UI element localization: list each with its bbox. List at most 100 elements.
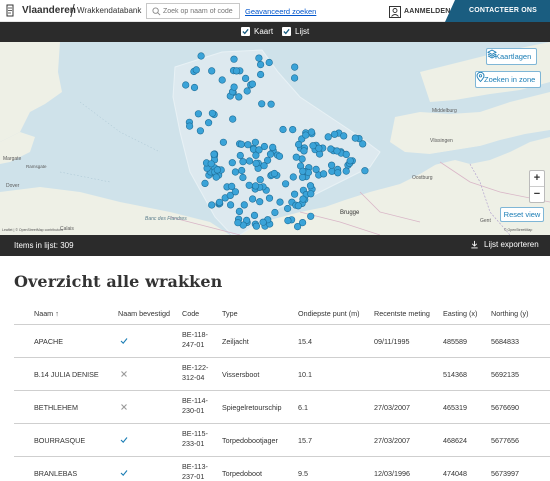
column-header-northing[interactable]: Northing (y): [491, 309, 529, 318]
wreck-marker[interactable]: [331, 130, 339, 138]
wreck-marker[interactable]: [244, 141, 252, 149]
wreck-marker[interactable]: [231, 168, 239, 176]
wreck-marker[interactable]: [340, 132, 348, 140]
wreck-marker[interactable]: [256, 198, 264, 206]
zoom-out-button[interactable]: −: [530, 187, 544, 202]
wreck-marker[interactable]: [245, 157, 254, 165]
wreck-marker[interactable]: [239, 158, 247, 166]
wreck-marker[interactable]: [242, 74, 250, 83]
search-box[interactable]: [146, 3, 240, 19]
wreck-marker[interactable]: [207, 160, 215, 168]
wreck-marker[interactable]: [309, 142, 317, 150]
wreck-marker[interactable]: [252, 182, 260, 190]
wreck-marker[interactable]: [230, 55, 238, 63]
wreck-map[interactable]: Margate Ramsgate Dover Banc des Flandres…: [0, 42, 550, 235]
advanced-search-link[interactable]: Geavanceerd zoeken: [245, 7, 316, 16]
wreck-marker[interactable]: [218, 76, 226, 84]
wreck-marker[interactable]: [256, 176, 264, 184]
wreck-marker[interactable]: [227, 201, 235, 209]
wreck-marker[interactable]: [312, 165, 320, 173]
wreck-marker[interactable]: [270, 169, 279, 178]
wreck-marker[interactable]: [230, 83, 238, 91]
wreck-marker[interactable]: [239, 173, 247, 182]
row-name[interactable]: B.14 JULIA DENISE: [34, 370, 99, 379]
wreck-marker[interactable]: [276, 198, 284, 206]
map-attribution-right[interactable]: © OpenStreetMap: [504, 228, 532, 232]
wreck-marker[interactable]: [291, 190, 299, 198]
wreck-marker[interactable]: [307, 190, 315, 198]
wreck-marker[interactable]: [269, 143, 277, 151]
wreck-marker[interactable]: [265, 194, 274, 202]
wreck-marker[interactable]: [271, 208, 279, 217]
list-toggle[interactable]: Lijst: [282, 27, 309, 36]
wreck-marker[interactable]: [186, 122, 194, 130]
brand-name[interactable]: Vlaanderen: [22, 5, 76, 16]
row-name[interactable]: BRANLEBAS: [34, 469, 77, 478]
column-header-type[interactable]: Type: [222, 309, 238, 318]
wreck-marker[interactable]: [215, 198, 224, 206]
wreck-marker[interactable]: [284, 204, 292, 213]
wreck-marker[interactable]: [228, 159, 236, 167]
app-name[interactable]: Wrakkendatabank: [77, 6, 141, 15]
wreck-marker[interactable]: [235, 93, 243, 101]
wreck-marker[interactable]: [295, 140, 303, 149]
wreck-marker[interactable]: [255, 54, 263, 62]
column-header-name[interactable]: Naam ↑: [34, 309, 59, 318]
wreck-marker[interactable]: [342, 150, 350, 158]
wreck-marker[interactable]: [236, 151, 244, 160]
wreck-marker[interactable]: [248, 80, 256, 88]
wreck-marker[interactable]: [266, 150, 275, 158]
wreck-marker[interactable]: [208, 67, 216, 75]
wreck-marker[interactable]: [208, 201, 216, 209]
search-in-zone-button[interactable]: Zoeken in zone: [475, 71, 542, 88]
wreck-marker[interactable]: [194, 110, 202, 118]
column-header-easting[interactable]: Easting (x): [443, 309, 477, 318]
map-checkbox[interactable]: [241, 27, 250, 36]
wreck-marker[interactable]: [192, 66, 200, 74]
wreck-marker[interactable]: [292, 153, 300, 161]
table-row[interactable]: APACHE BE-118-247-01 Zeiljacht 15.4 09/11/19…: [14, 325, 550, 358]
wreck-marker[interactable]: [267, 100, 275, 108]
wreck-marker[interactable]: [219, 138, 227, 146]
wreck-marker[interactable]: [235, 207, 243, 215]
search-input[interactable]: [163, 5, 239, 17]
map-attribution[interactable]: Leaflet | © OpenStreetMap contributors: [2, 228, 63, 232]
wreck-marker[interactable]: [300, 147, 308, 155]
wreck-marker[interactable]: [259, 218, 267, 226]
table-row[interactable]: BOURRASQUE BE-115-233-01 Torpedobootjager 1…: [14, 424, 550, 457]
wreck-marker[interactable]: [279, 125, 287, 134]
map-canvas[interactable]: Margate Ramsgate Dover Banc des Flandres…: [0, 42, 550, 235]
wreck-marker[interactable]: [294, 223, 302, 231]
wreck-marker[interactable]: [351, 134, 359, 142]
wreck-marker[interactable]: [229, 115, 237, 123]
wreck-marker[interactable]: [342, 167, 350, 175]
row-name[interactable]: APACHE: [34, 337, 63, 346]
wreck-marker[interactable]: [208, 109, 216, 117]
wreck-marker[interactable]: [228, 182, 236, 190]
wreck-marker[interactable]: [328, 161, 336, 169]
wreck-marker[interactable]: [282, 180, 290, 188]
wreck-marker[interactable]: [243, 87, 251, 95]
wreck-marker[interactable]: [346, 157, 354, 165]
wreck-marker[interactable]: [327, 145, 335, 153]
wreck-marker[interactable]: [252, 222, 260, 230]
wreck-marker[interactable]: [291, 74, 299, 82]
wreck-marker[interactable]: [240, 201, 248, 209]
wreck-marker[interactable]: [205, 119, 213, 127]
wreck-marker[interactable]: [237, 140, 245, 148]
wreck-marker[interactable]: [284, 217, 292, 225]
wreck-marker[interactable]: [289, 125, 297, 134]
wreck-marker[interactable]: [182, 81, 190, 89]
wreck-marker[interactable]: [361, 167, 369, 175]
wreck-marker[interactable]: [289, 173, 297, 181]
wreck-marker[interactable]: [234, 219, 242, 227]
wreck-marker[interactable]: [275, 152, 284, 160]
reset-view-button[interactable]: Reset view: [500, 207, 544, 222]
wreck-marker[interactable]: [302, 131, 310, 139]
wreck-marker[interactable]: [258, 100, 266, 108]
wreck-marker[interactable]: [212, 173, 220, 181]
wreck-marker[interactable]: [264, 156, 272, 164]
table-row[interactable]: BRANLEBAS BE-113-237-01 Torpedoboot 9.5 12/0…: [14, 457, 550, 481]
wreck-marker[interactable]: [213, 166, 221, 174]
wreck-marker[interactable]: [320, 170, 328, 178]
